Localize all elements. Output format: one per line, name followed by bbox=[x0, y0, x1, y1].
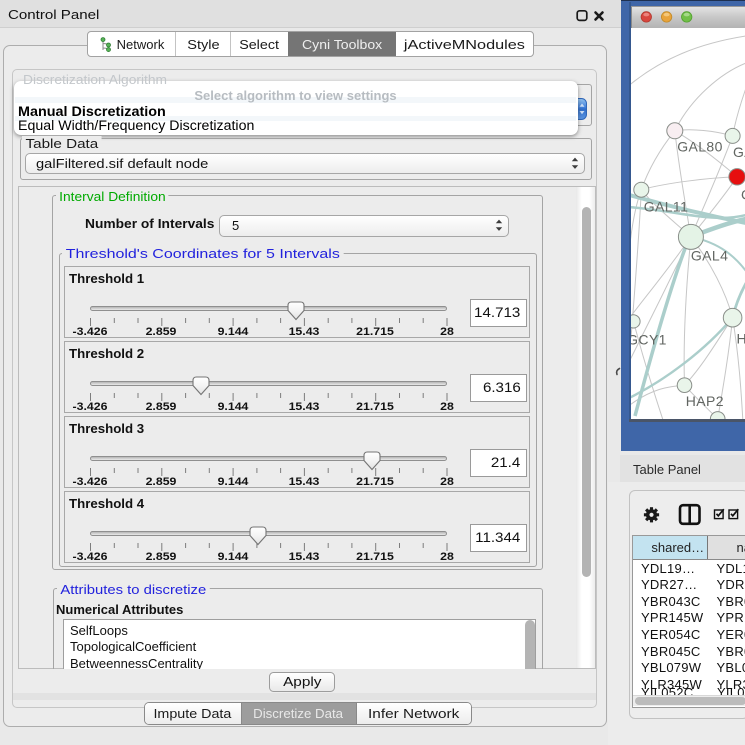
svg-text:GAL4: GAL4 bbox=[691, 247, 728, 263]
svg-text:GAL80: GAL80 bbox=[677, 138, 723, 154]
svg-text:HAP2: HAP2 bbox=[686, 393, 724, 409]
svg-text:H: H bbox=[737, 330, 745, 346]
svg-text:GA: GA bbox=[733, 144, 745, 160]
svg-text:C: C bbox=[741, 186, 745, 202]
svg-text:GCY1: GCY1 bbox=[631, 331, 667, 347]
svg-text:GAL11: GAL11 bbox=[644, 198, 689, 214]
